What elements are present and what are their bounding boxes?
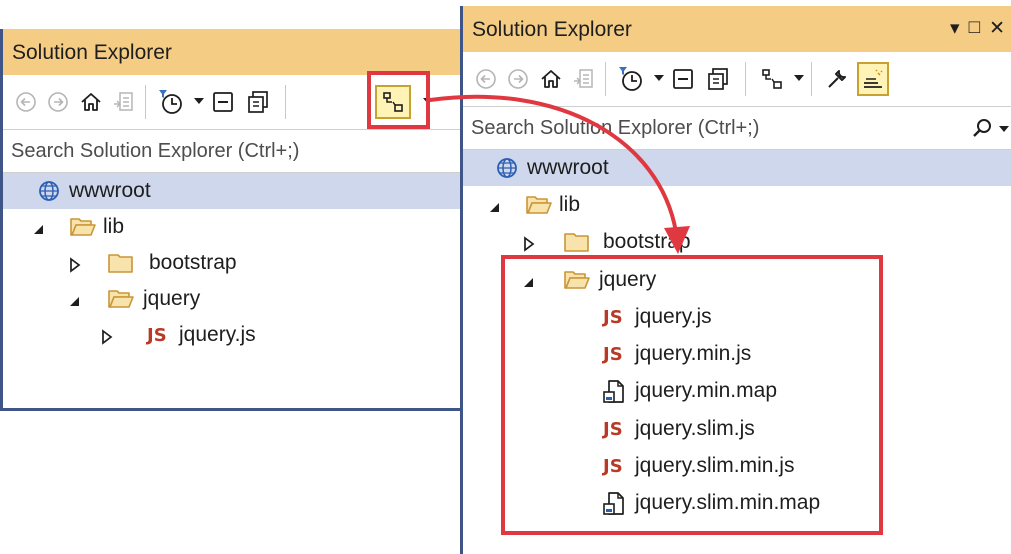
forward-icon[interactable] <box>45 85 71 119</box>
preview-selected-items-button[interactable] <box>857 62 889 96</box>
preview-icon <box>864 69 883 88</box>
sync-with-document-icon[interactable] <box>569 62 597 96</box>
search-input[interactable]: Search Solution Explorer (Ctrl+;) <box>3 129 465 173</box>
tree-item-jquery-js[interactable]: JS jquery.js <box>3 317 465 353</box>
collapsed-arrow-icon[interactable] <box>521 234 537 252</box>
folder-open-icon <box>69 215 97 239</box>
tree-item-jquery[interactable]: jquery <box>3 281 465 317</box>
tree-item-label: bootstrap <box>149 251 237 274</box>
collapse-all-icon[interactable] <box>669 62 697 96</box>
expanded-arrow-icon[interactable] <box>67 291 83 307</box>
folder-icon <box>563 230 591 254</box>
toolbar <box>463 52 1011 106</box>
window-controls: ▾ □ ✕ <box>950 17 1005 40</box>
collapsed-arrow-icon[interactable] <box>67 255 83 273</box>
search-input[interactable]: Search Solution Explorer (Ctrl+;) <box>463 106 1011 150</box>
tree-item-wwwroot[interactable]: wwwroot <box>463 150 1011 186</box>
toolbar-separator <box>285 85 286 119</box>
collapse-all-icon[interactable] <box>209 85 237 119</box>
tree-item-bootstrap[interactable]: bootstrap <box>3 245 465 281</box>
tree-item-wwwroot[interactable]: wwwroot <box>3 173 465 209</box>
highlight-box-jquery-contents <box>501 255 883 535</box>
toolbar-separator <box>605 62 606 96</box>
globe-icon <box>37 179 65 203</box>
search-placeholder: Search Solution Explorer (Ctrl+;) <box>471 117 760 139</box>
search-icon[interactable] <box>971 117 993 144</box>
pending-changes-filter-icon[interactable] <box>155 85 187 119</box>
folder-open-icon <box>525 193 553 217</box>
tree-item-label: jquery <box>143 287 201 310</box>
panel-title: Solution Explorer <box>472 18 632 41</box>
tree-item-lib[interactable]: lib <box>463 187 1011 223</box>
panel-title: Solution Explorer <box>12 41 172 64</box>
toolbar-separator <box>145 85 146 119</box>
forward-icon[interactable] <box>505 62 531 96</box>
filter-dropdown-icon[interactable] <box>194 98 204 104</box>
tree-item-label: wwwroot <box>69 179 151 202</box>
toolbar-separator <box>811 62 812 96</box>
pending-changes-filter-icon[interactable] <box>615 62 647 96</box>
tree-item-label: lib <box>103 215 125 238</box>
tree-item-label: lib <box>559 193 581 216</box>
show-all-files-icon[interactable] <box>703 62 733 96</box>
title-bar: Solution Explorer <box>3 29 465 75</box>
folder-icon <box>107 251 135 275</box>
switch-views-icon[interactable] <box>757 62 787 96</box>
tree-item-label: jquery.js <box>179 323 256 346</box>
properties-wrench-icon[interactable] <box>823 62 851 96</box>
sync-with-document-icon[interactable] <box>109 85 137 119</box>
home-icon[interactable] <box>77 85 105 119</box>
folder-open-icon <box>107 287 135 311</box>
js-icon: JS <box>147 325 167 346</box>
tree-item-label: bootstrap <box>603 230 691 253</box>
expanded-arrow-icon[interactable] <box>487 197 503 213</box>
filter-dropdown-icon[interactable] <box>654 75 664 81</box>
tree-item-label: wwwroot <box>527 156 609 179</box>
expanded-arrow-icon[interactable] <box>31 219 47 235</box>
globe-icon <box>495 156 523 180</box>
switch-views-dropdown-icon[interactable] <box>794 75 804 81</box>
search-options-dropdown-icon[interactable] <box>999 126 1009 132</box>
tree-item-lib[interactable]: lib <box>3 209 465 245</box>
close-icon[interactable]: ✕ <box>989 17 1005 40</box>
collapsed-arrow-icon[interactable] <box>99 327 115 345</box>
home-icon[interactable] <box>537 62 565 96</box>
dropdown-menu-icon[interactable]: ▾ <box>950 17 960 40</box>
back-icon[interactable] <box>13 85 39 119</box>
maximize-icon[interactable]: □ <box>969 17 980 40</box>
title-bar: Solution Explorer ▾ □ ✕ <box>463 6 1011 52</box>
show-all-files-icon[interactable] <box>243 85 273 119</box>
search-placeholder: Search Solution Explorer (Ctrl+;) <box>11 140 300 162</box>
toolbar-separator <box>745 62 746 96</box>
highlight-box-switch-views <box>367 71 430 129</box>
back-icon[interactable] <box>473 62 499 96</box>
